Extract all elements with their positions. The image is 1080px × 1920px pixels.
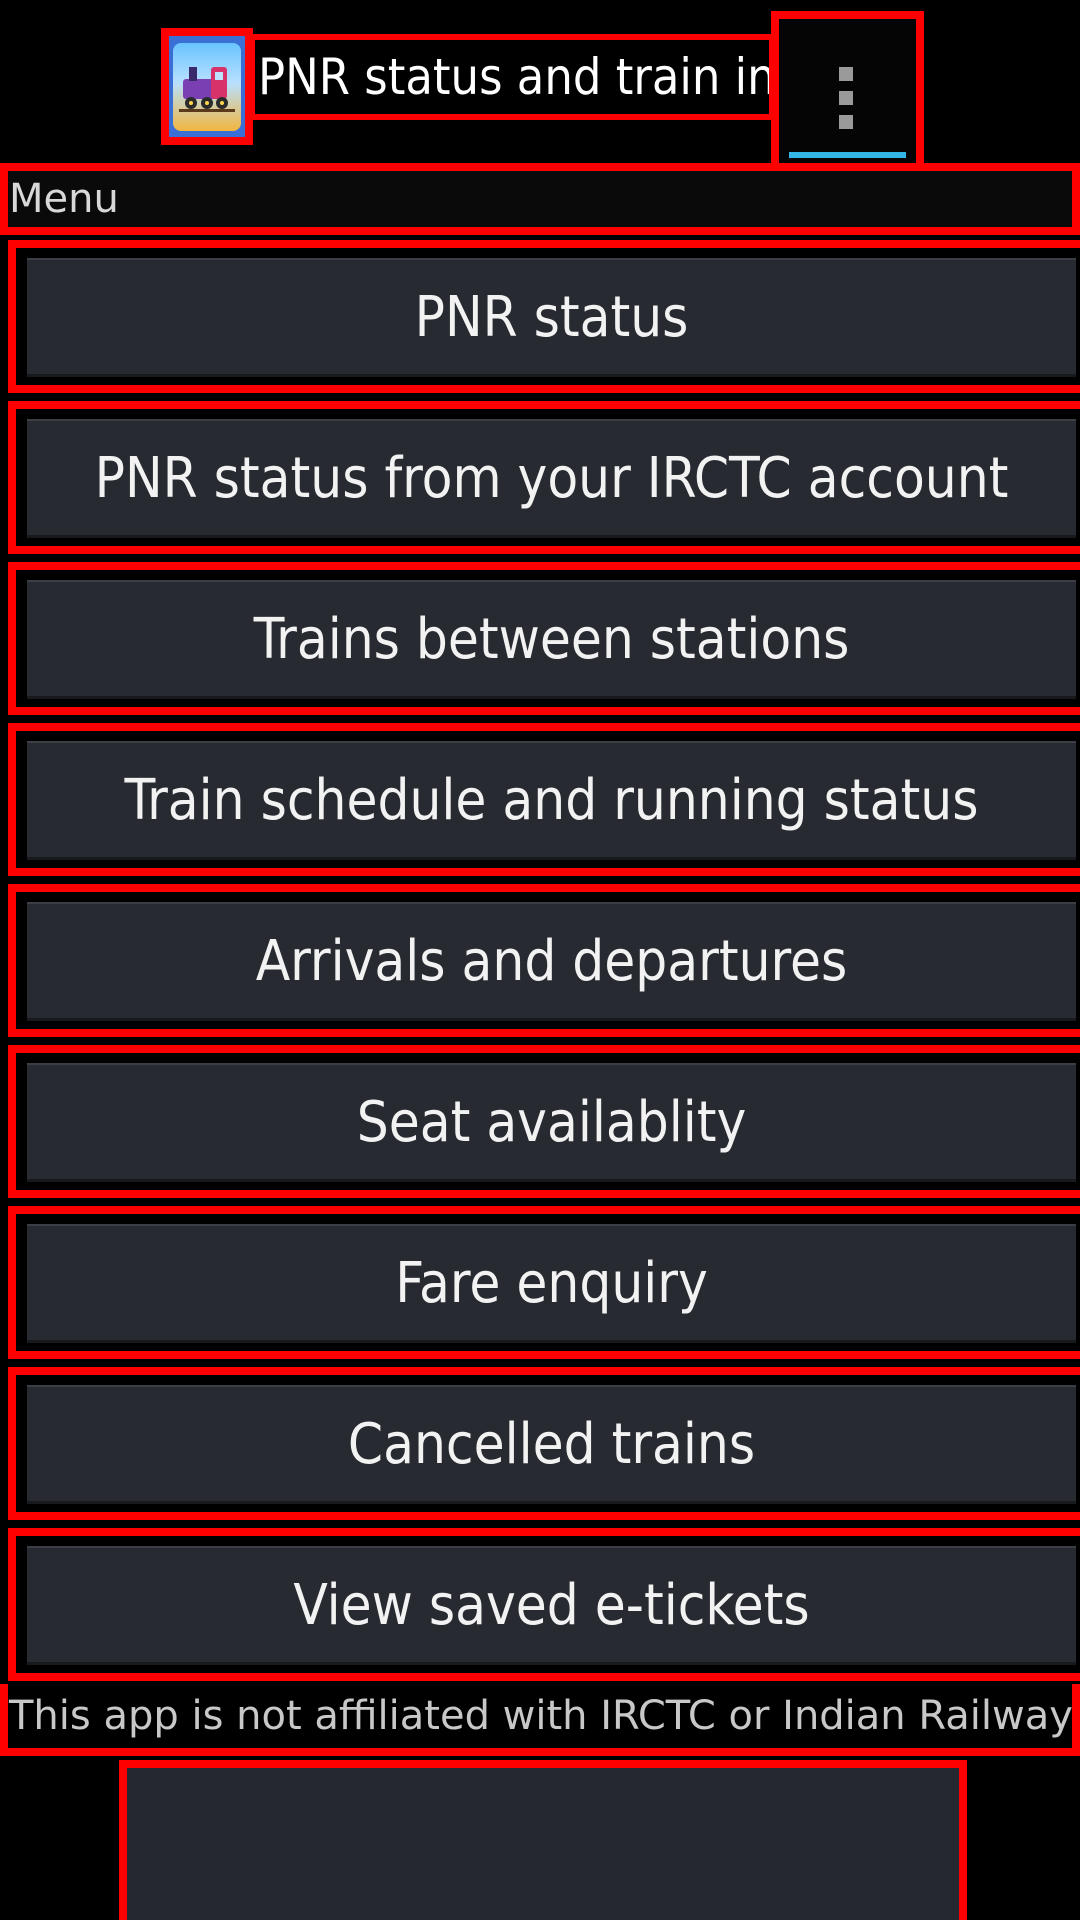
menu-row-cancelled-trains: Cancelled trains <box>8 1367 1080 1520</box>
seat-availability-button[interactable]: Seat availablity <box>27 1063 1076 1182</box>
focus-indicator <box>789 152 906 158</box>
trains-between-stations-button[interactable]: Trains between stations <box>27 580 1076 699</box>
train-icon <box>173 42 241 131</box>
menu-row-arrivals: Arrivals and departures <box>8 884 1080 1037</box>
menu-row-pnr-status: PNR status <box>8 240 1080 393</box>
menu-row-fare-enquiry: Fare enquiry <box>8 1206 1080 1359</box>
pnr-status-button[interactable]: PNR status <box>27 258 1076 377</box>
train-schedule-button[interactable]: Train schedule and running status <box>27 741 1076 860</box>
overflow-menu-icon <box>839 67 855 129</box>
overflow-menu-button[interactable] <box>771 11 924 171</box>
menu-row-seat-availability: Seat availablity <box>8 1045 1080 1198</box>
action-bar: PNR status and train info <box>0 0 1080 171</box>
ad-banner[interactable] <box>119 1760 967 1920</box>
app-title: PNR status and train info <box>249 34 775 120</box>
menu-label: Menu <box>0 163 1080 235</box>
menu-row-saved-etickets: View saved e-tickets <box>8 1528 1080 1681</box>
app-logo[interactable] <box>161 28 253 145</box>
menu-row-train-schedule: Train schedule and running status <box>8 723 1080 876</box>
arrivals-departures-button[interactable]: Arrivals and departures <box>27 902 1076 1021</box>
pnr-status-irctc-button[interactable]: PNR status from your IRCTC account <box>27 419 1076 538</box>
fare-enquiry-button[interactable]: Fare enquiry <box>27 1224 1076 1343</box>
cancelled-trains-button[interactable]: Cancelled trains <box>27 1385 1076 1504</box>
menu-row-trains-between: Trains between stations <box>8 562 1080 715</box>
disclaimer-text: This app is not affiliated with IRCTC or… <box>0 1684 1080 1756</box>
view-saved-etickets-button[interactable]: View saved e-tickets <box>27 1546 1076 1665</box>
menu-row-pnr-irctc: PNR status from your IRCTC account <box>8 401 1080 554</box>
